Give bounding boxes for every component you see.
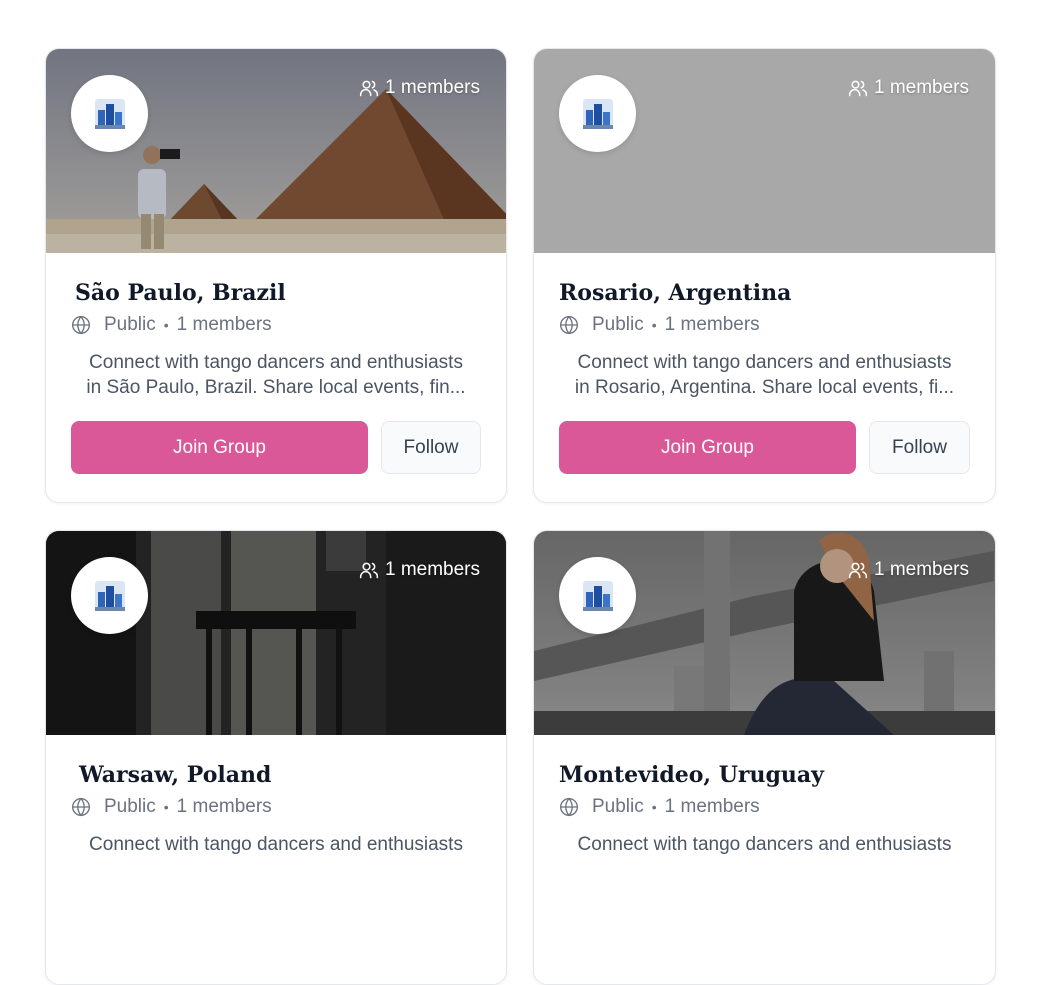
globe-icon: [560, 797, 578, 817]
group-description: Connect with tango dancers and enthusias…: [559, 350, 970, 400]
members-badge-label: 1 members: [384, 559, 480, 580]
group-description: Connect with tango dancers and enthusias…: [71, 350, 481, 400]
description-line: Connect with tango dancers and enthusias…: [577, 834, 952, 855]
separator-dot: •: [651, 799, 657, 815]
cityscape-icon: [582, 580, 613, 611]
description-line: in Rosario, Argentina. Share local event…: [574, 377, 955, 398]
description-line: Connect with tango dancers and enthusias…: [89, 834, 463, 855]
group-card[interactable]: 1 members Rosario, Argentina Public • 1 …: [533, 48, 996, 503]
cover-image: 1 members: [534, 49, 995, 253]
join-group-button[interactable]: Join Group: [71, 421, 368, 474]
group-meta: Public • 1 members: [559, 796, 970, 818]
visibility-label: Public: [104, 796, 156, 817]
member-count: 1 members: [664, 314, 760, 335]
members-badge: 1 members: [848, 77, 969, 99]
description-line: Connect with tango dancers and enthusias…: [89, 352, 463, 373]
separator-dot: •: [651, 317, 657, 333]
users-icon: [359, 80, 379, 97]
group-card[interactable]: 1 members São Paulo, Brazil Public • 1 m…: [45, 48, 507, 503]
members-badge-label: 1 members: [873, 559, 969, 580]
group-meta: Public • 1 members: [559, 314, 970, 336]
follow-button[interactable]: Follow: [381, 421, 481, 474]
members-badge-label: 1 members: [873, 77, 969, 98]
card-actions: Join Group Follow: [559, 421, 970, 474]
group-avatar: [71, 75, 148, 152]
member-count: 1 members: [664, 796, 760, 817]
cover-image: 1 members: [534, 531, 995, 735]
globe-icon: [72, 315, 90, 335]
users-icon: [848, 80, 868, 97]
separator-dot: •: [163, 799, 169, 815]
card-actions: Join Group Follow: [71, 421, 481, 474]
members-badge-label: 1 members: [384, 77, 480, 98]
group-avatar: [71, 557, 148, 634]
visibility-label: Public: [592, 796, 644, 817]
group-meta: Public • 1 members: [71, 314, 481, 336]
cityscape-icon: [582, 98, 613, 129]
members-badge: 1 members: [848, 559, 969, 581]
visibility-label: Public: [104, 314, 156, 335]
member-count: 1 members: [176, 314, 272, 335]
cityscape-icon: [94, 580, 125, 611]
group-meta: Public • 1 members: [71, 796, 481, 818]
cover-image: 1 members: [46, 49, 506, 253]
description-line: Connect with tango dancers and enthusias…: [577, 352, 952, 373]
member-count: 1 members: [176, 796, 272, 817]
group-grid: 1 members São Paulo, Brazil Public • 1 m…: [45, 48, 996, 985]
members-badge: 1 members: [359, 559, 480, 581]
separator-dot: •: [163, 317, 169, 333]
group-title[interactable]: Rosario, Argentina: [559, 279, 970, 307]
group-card[interactable]: 1 members Warsaw, Poland Public • 1 memb…: [45, 530, 507, 985]
globe-icon: [72, 797, 90, 817]
group-title[interactable]: Montevideo, Uruguay: [559, 761, 970, 789]
group-description: Connect with tango dancers and enthusias…: [71, 832, 481, 882]
users-icon: [359, 562, 379, 579]
group-card[interactable]: 1 members Montevideo, Uruguay Public • 1…: [533, 530, 996, 985]
group-title[interactable]: Warsaw, Poland: [79, 761, 481, 789]
group-description: Connect with tango dancers and enthusias…: [559, 832, 970, 882]
globe-icon: [560, 315, 578, 335]
group-avatar: [559, 557, 636, 634]
group-title[interactable]: São Paulo, Brazil: [75, 279, 481, 307]
members-badge: 1 members: [359, 77, 480, 99]
description-line: in São Paulo, Brazil. Share local events…: [86, 377, 466, 398]
visibility-label: Public: [592, 314, 644, 335]
join-group-button[interactable]: Join Group: [559, 421, 856, 474]
cityscape-icon: [94, 98, 125, 129]
cover-image: 1 members: [46, 531, 506, 735]
follow-button[interactable]: Follow: [869, 421, 970, 474]
users-icon: [848, 562, 868, 579]
group-avatar: [559, 75, 636, 152]
